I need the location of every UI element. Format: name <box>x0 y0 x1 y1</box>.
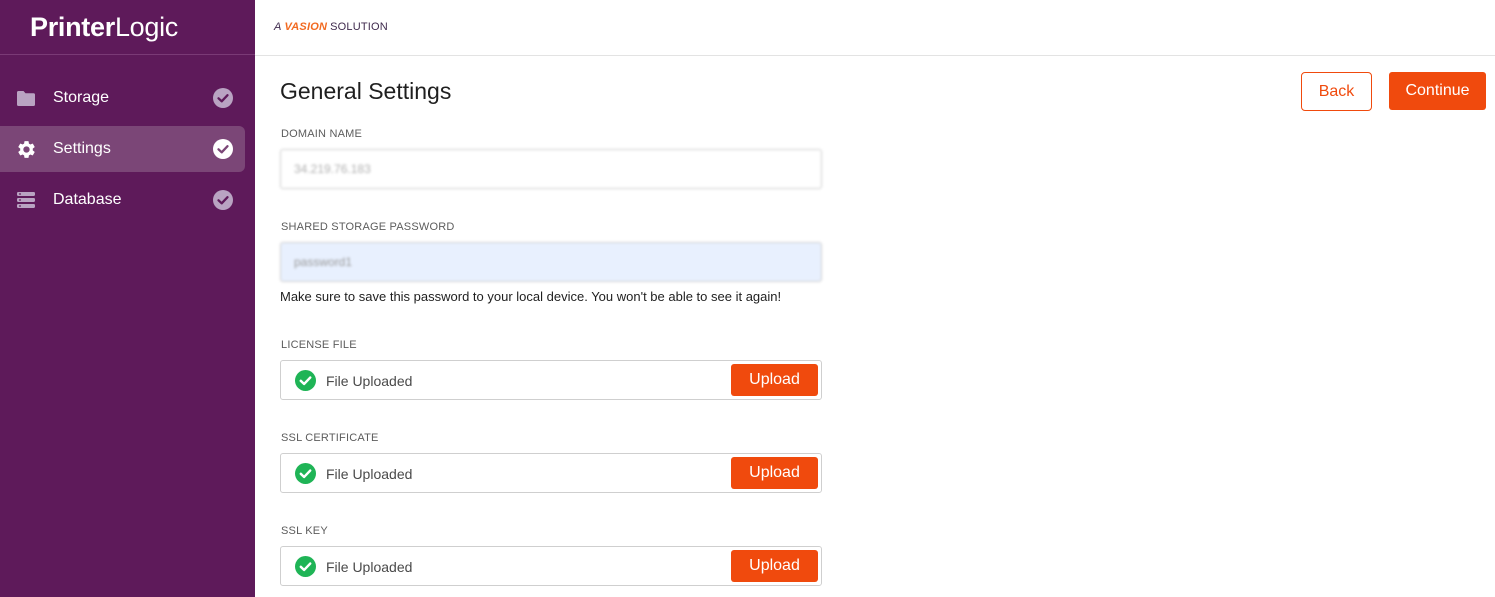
ssl-certificate-upload-button[interactable]: Upload <box>731 457 818 489</box>
sidebar-item-settings[interactable]: Settings <box>0 126 245 172</box>
gear-icon <box>15 138 37 160</box>
sidebar-item-label: Database <box>53 191 122 208</box>
ssl-certificate-label: SSL CERTIFICATE <box>281 432 379 444</box>
folder-icon <box>15 87 37 109</box>
password-helper-text: Make sure to save this password to your … <box>280 289 782 304</box>
sidebar-item-database[interactable]: Database <box>0 177 245 223</box>
back-button[interactable]: Back <box>1301 72 1372 111</box>
check-circle-icon <box>213 139 233 159</box>
license-file-field: File Uploaded Upload <box>280 360 822 400</box>
check-circle-icon <box>295 370 316 391</box>
logo-area: PrinterLogic <box>0 0 255 55</box>
check-circle-icon <box>213 190 233 210</box>
continue-button[interactable]: Continue <box>1389 72 1486 110</box>
ssl-key-status: File Uploaded <box>326 559 413 575</box>
top-bar: A VASION SOLUTION <box>255 0 1495 56</box>
license-upload-button[interactable]: Upload <box>731 364 818 396</box>
domain-name-label: DOMAIN NAME <box>281 128 363 140</box>
ssl-key-field: File Uploaded Upload <box>280 546 822 586</box>
shared-storage-password-input[interactable] <box>280 242 822 282</box>
check-circle-icon <box>213 88 233 108</box>
ssl-key-label: SSL KEY <box>281 525 328 537</box>
license-file-status: File Uploaded <box>326 373 413 389</box>
page-title: General Settings <box>280 78 452 104</box>
sidebar-item-label: Settings <box>53 140 111 157</box>
license-file-label: LICENSE FILE <box>281 339 357 351</box>
check-circle-icon <box>295 463 316 484</box>
printerlogic-logo: PrinterLogic <box>30 11 178 42</box>
shared-storage-password-label: SHARED STORAGE PASSWORD <box>281 221 455 233</box>
vasion-tagline: A VASION SOLUTION <box>274 21 388 33</box>
ssl-certificate-field: File Uploaded Upload <box>280 453 822 493</box>
ssl-key-upload-button[interactable]: Upload <box>731 550 818 582</box>
check-circle-icon <box>295 556 316 577</box>
sidebar: PrinterLogic Storage Settings Database <box>0 0 255 597</box>
ssl-certificate-status: File Uploaded <box>326 466 413 482</box>
database-icon <box>15 189 37 211</box>
sidebar-nav: Storage Settings Database <box>0 55 255 223</box>
sidebar-item-storage[interactable]: Storage <box>0 75 245 121</box>
sidebar-item-label: Storage <box>53 89 110 106</box>
domain-name-input[interactable] <box>280 149 822 189</box>
